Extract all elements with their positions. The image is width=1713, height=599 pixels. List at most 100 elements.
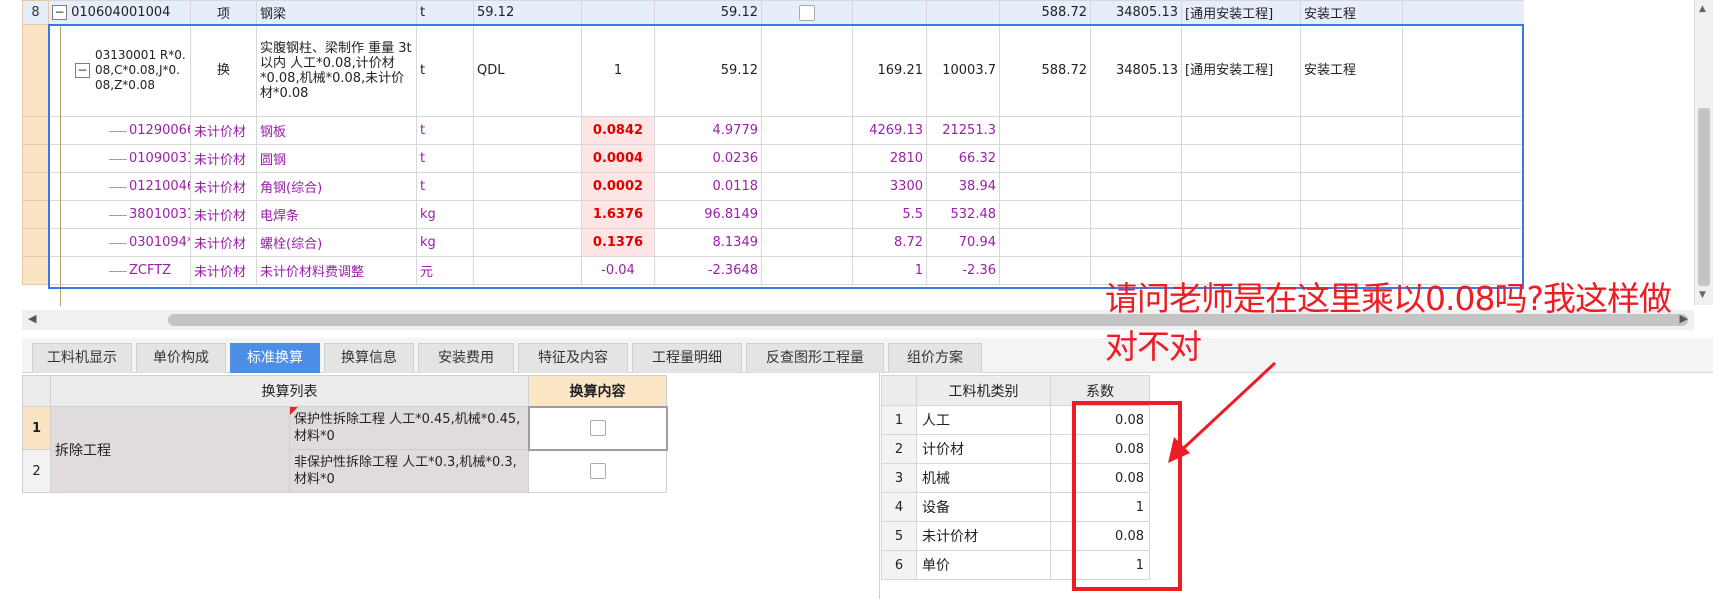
code-cell[interactable]: 38010031 [48,200,191,229]
col17-cell[interactable] [1402,172,1525,201]
tab-unit-price[interactable]: 单价构成 [136,343,226,373]
table-row[interactable]: 0301094*6 未计价材 螺栓(综合) kg 0.1376 8.1349 8… [22,228,1525,257]
checkbox-cell[interactable] [761,228,853,257]
col15-cell[interactable] [1181,144,1301,173]
col16-cell[interactable] [1300,200,1403,229]
unit-cell[interactable]: t [416,0,474,25]
qty-cell[interactable]: 96.8149 [654,200,762,229]
table-row[interactable]: 8 − 010604001004 项 钢梁 t 59.12 59.12 588.… [22,0,1525,25]
col14-cell[interactable] [1090,144,1182,173]
type-cell[interactable]: 未计价材 [190,228,257,257]
total-cell[interactable]: 66.32 [926,144,1000,173]
unit-cell[interactable]: t [416,116,474,145]
price-cell[interactable]: 1 [852,256,927,285]
unit-cell[interactable]: 元 [416,256,474,285]
scroll-up-icon[interactable]: ▲ [1699,4,1706,14]
expr-cell[interactable] [473,116,582,145]
total-cell[interactable]: 70.94 [926,228,1000,257]
checkbox[interactable] [799,4,815,21]
conversion-checkbox[interactable] [589,420,606,436]
scroll-left-icon[interactable]: ◀ [28,312,36,325]
table-row[interactable]: 38010031 未计价材 电焊条 kg 1.6376 96.8149 5.5 … [22,200,1525,229]
expr-cell[interactable] [473,144,582,173]
table-row[interactable]: 1 拆除工程 保护性拆除工程 人工*0.45,机械*0.45,材料*0 [22,405,668,493]
col14-cell[interactable] [1090,116,1182,145]
expr-cell[interactable] [473,228,582,257]
content-qty-cell[interactable]: 1.6376 [581,200,655,229]
price-cell[interactable]: 8.72 [852,228,927,257]
type-cell[interactable]: 未计价材 [190,144,257,173]
qty-cell[interactable]: 59.12 [654,24,762,117]
unit-cell[interactable]: t [416,24,474,117]
type-cell[interactable]: 未计价材 [190,172,257,201]
unit-cell[interactable]: t [416,144,474,173]
checkbox-cell[interactable] [761,116,853,145]
conversion-content-cell[interactable] [528,449,667,493]
name-cell[interactable]: 钢梁 [256,0,417,25]
col14-cell[interactable] [1090,200,1182,229]
tab-standard-conversion[interactable]: 标准换算 [230,343,320,373]
type-cell[interactable]: 未计价材 [190,200,257,229]
col15-cell[interactable] [1181,228,1301,257]
code-cell[interactable]: ZCFTZ [48,256,191,285]
checkbox-cell[interactable] [761,144,853,173]
price-cell[interactable]: 3300 [852,172,927,201]
col15-cell[interactable]: [通用安装工程] [1181,0,1301,25]
col13-cell[interactable] [999,228,1091,257]
total-cell[interactable]: 38.94 [926,172,1000,201]
name-cell[interactable]: 钢板 [256,116,417,145]
conversion-checkbox[interactable] [589,463,606,480]
col16-cell[interactable] [1300,172,1403,201]
tab-reverse-lookup[interactable]: 反查图形工程量 [746,343,884,373]
expr-cell[interactable] [473,172,582,201]
expr-cell[interactable]: 59.12 [473,0,582,25]
code-cell[interactable]: 01210046 [48,172,191,201]
col14-cell[interactable] [1090,172,1182,201]
name-cell[interactable]: 螺栓(综合) [256,228,417,257]
col14-cell[interactable]: 34805.13 [1090,24,1182,117]
col16-cell[interactable]: 安装工程 [1300,0,1403,25]
content-qty-cell[interactable]: 0.0842 [581,116,655,145]
checkbox-cell[interactable] [761,0,853,25]
price-cell[interactable] [852,0,927,25]
content-qty-cell[interactable] [581,0,655,25]
total-cell[interactable]: -2.36 [926,256,1000,285]
price-cell[interactable]: 2810 [852,144,927,173]
unit-cell[interactable]: kg [416,200,474,229]
total-cell[interactable] [926,0,1000,25]
vertical-scrollbar[interactable]: ▲ ▼ [1694,0,1713,305]
col13-cell[interactable]: 588.72 [999,0,1091,25]
col17-cell[interactable] [1402,116,1525,145]
code-cell[interactable]: 01290066@2 [48,116,191,145]
name-cell[interactable]: 圆钢 [256,144,417,173]
col16-cell[interactable] [1300,116,1403,145]
col13-cell[interactable] [999,116,1091,145]
name-cell[interactable]: 未计价材料费调整 [256,256,417,285]
content-qty-cell[interactable]: 1 [581,24,655,117]
checkbox-cell[interactable] [761,256,853,285]
col16-cell[interactable]: 安装工程 [1300,24,1403,117]
col15-cell[interactable]: [通用安装工程] [1181,24,1301,117]
name-cell[interactable]: 电焊条 [256,200,417,229]
price-cell[interactable]: 5.5 [852,200,927,229]
content-qty-cell[interactable]: 0.0002 [581,172,655,201]
col13-cell[interactable] [999,144,1091,173]
table-row[interactable]: 01210046 未计价材 角钢(综合) t 0.0002 0.0118 330… [22,172,1525,201]
type-cell[interactable]: 未计价材 [190,256,257,285]
col17-cell[interactable] [1402,0,1525,25]
type-cell[interactable]: 换 [190,24,257,117]
tab-conversion-info[interactable]: 换算信息 [324,343,414,373]
checkbox-cell[interactable] [761,172,853,201]
code-cell[interactable]: 01090031 [48,144,191,173]
expr-cell[interactable] [473,256,582,285]
unit-cell[interactable]: t [416,172,474,201]
name-cell[interactable]: 角钢(综合) [256,172,417,201]
tab-quantity-detail[interactable]: 工程量明细 [632,343,742,373]
col17-cell[interactable] [1402,144,1525,173]
content-qty-cell[interactable]: 0.1376 [581,228,655,257]
code-cell[interactable]: − 010604001004 [48,0,191,25]
scroll-thumb[interactable] [1698,108,1710,286]
qty-cell[interactable]: 4.9779 [654,116,762,145]
col15-cell[interactable] [1181,116,1301,145]
col16-cell[interactable] [1300,144,1403,173]
